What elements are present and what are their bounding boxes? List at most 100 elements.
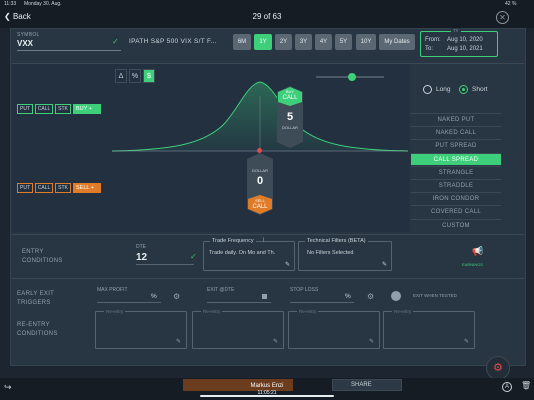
reentry-card[interactable]: Re-entry ✎: [192, 309, 284, 349]
sell-call-button[interactable]: CALL: [35, 183, 53, 193]
reentry-card[interactable]: Re-entry ✎: [383, 309, 475, 349]
stop-loss-label: STOP LOSS: [290, 287, 319, 293]
gear-icon[interactable]: ⚙: [367, 292, 374, 301]
symbol-label: SYMBOL: [17, 32, 40, 38]
gear-icon[interactable]: ⚙: [173, 292, 180, 301]
to-date[interactable]: Aug 10, 2021: [447, 46, 483, 52]
page-counter: 29 of 63: [252, 12, 282, 21]
buy-value: 5: [286, 111, 294, 123]
reentry-placeholder: Re-entry: [201, 309, 223, 314]
trade-frequency-card[interactable]: Trade Frequency Trade daily. On Mo and T…: [203, 238, 295, 271]
earnings-label: EARNINGS: [462, 262, 483, 267]
buy-add-button[interactable]: BUY +: [73, 104, 101, 114]
gear-icon: ⚙: [493, 362, 503, 374]
reentry-placeholder: Re-entry: [297, 309, 319, 314]
sell-type: CALL: [252, 204, 268, 210]
reentry-card[interactable]: Re-entry ✎: [95, 309, 187, 349]
period-button-5y[interactable]: 5Y: [335, 34, 352, 50]
user-name: Markus Enzi: [250, 383, 284, 389]
exit-dte-label: EXIT @DTE: [207, 287, 235, 293]
buy-put-button[interactable]: PUT: [17, 104, 33, 114]
strategy-put-spread[interactable]: PUT SPREAD: [411, 139, 501, 151]
buy-call-button[interactable]: CALL: [35, 104, 53, 114]
technical-filters-title: Technical Filters (BETA): [305, 238, 368, 244]
period-button-10y[interactable]: 10Y: [356, 34, 376, 50]
reentry-placeholder: Re-entry: [392, 309, 414, 314]
symbol-name: IPATH S&P 500 VIX S/T F...: [129, 38, 217, 45]
period-button-6m[interactable]: 6M: [233, 34, 251, 50]
sell-put-button[interactable]: PUT: [17, 183, 33, 193]
check-icon: ✓: [112, 37, 119, 46]
strategy-custom[interactable]: CUSTOM: [411, 218, 501, 231]
max-profit-input[interactable]: [97, 302, 161, 303]
sell-tag: SELL: [255, 198, 265, 203]
sell-stock-button[interactable]: STK: [55, 183, 71, 193]
buy-call-marker[interactable]: BUY CALL 5 DOLLAR: [277, 86, 303, 148]
short-radio[interactable]: [459, 85, 468, 94]
strategy-naked-put[interactable]: NAKED PUT: [411, 113, 501, 125]
edit-icon[interactable]: ✎: [176, 338, 181, 345]
reentry-placeholder: Re-entry: [104, 309, 126, 314]
period-button-2y[interactable]: 2Y: [275, 34, 292, 50]
sell-unit: DOLLAR: [251, 168, 268, 173]
max-profit-label: MAX PROFIT: [97, 287, 128, 293]
stop-loss-input[interactable]: [290, 302, 354, 303]
entry-label: ENTRY CONDITIONS: [22, 249, 63, 264]
trade-frequency-title: Trade Frequency: [210, 238, 256, 244]
edit-icon[interactable]: ✎: [273, 338, 278, 345]
period-button-1y[interactable]: 1Y: [254, 34, 272, 50]
exit-dte-input[interactable]: [207, 302, 271, 303]
period-button-my-dates[interactable]: My Dates: [379, 34, 415, 50]
reentry-label: RE-ENTRY CONDITIONS: [17, 322, 58, 337]
technical-filters-value: No Filters Selected: [307, 250, 354, 256]
exit-when-tested-toggle[interactable]: [391, 291, 401, 301]
exit-label: EARLY EXIT TRIGGERS: [17, 291, 55, 306]
period-button-4y[interactable]: 4Y: [315, 34, 332, 50]
date-range[interactable]: 7Y From: Aug 10, 2020 To: Aug 10, 2021: [420, 28, 498, 57]
edit-icon[interactable]: ✎: [382, 261, 387, 268]
stop-icon: [262, 294, 267, 299]
long-label: Long: [436, 86, 451, 93]
sell-label: SELL: [76, 185, 90, 191]
strategy-straddle[interactable]: STRADDLE: [411, 179, 501, 191]
from-date[interactable]: Aug 10, 2020: [447, 37, 483, 43]
strategy-covered-call[interactable]: COVERED CALL: [411, 205, 501, 217]
settings-fab[interactable]: ⚙: [486, 356, 510, 380]
dte-input[interactable]: 12: [136, 252, 147, 263]
short-label: Short: [472, 86, 488, 93]
reentry-card[interactable]: Re-entry ✎: [288, 309, 380, 349]
buy-tag: BUY: [285, 89, 295, 94]
megaphone-icon: 📢: [472, 246, 484, 256]
edit-icon[interactable]: ✎: [285, 261, 290, 268]
strategy-iron-condor[interactable]: IRON CONDOR: [411, 192, 501, 204]
plus-icon: +: [90, 185, 95, 191]
edit-icon[interactable]: ✎: [464, 338, 469, 345]
sell-add-button[interactable]: SELL +: [73, 183, 101, 193]
divider: [12, 63, 524, 64]
symbol-underline: [17, 50, 121, 51]
date-range-title: 7Y: [451, 28, 461, 33]
status-bar: 11:33 Monday 30. Aug. 42 %: [0, 0, 534, 8]
strategy-strangle[interactable]: STRANGLE: [411, 165, 501, 178]
technical-filters-card[interactable]: Technical Filters (BETA) No Filters Sele…: [298, 238, 392, 271]
check-icon: ✓: [190, 252, 197, 261]
buy-unit: DOLLAR: [281, 125, 298, 130]
edit-icon[interactable]: ✎: [369, 338, 374, 345]
status-time: 11:33: [4, 1, 17, 7]
trash-icon[interactable]: 🗑: [521, 381, 531, 390]
status-battery: 42 %: [505, 1, 517, 7]
navigation-icon[interactable]: A: [502, 382, 512, 392]
sell-call-marker[interactable]: DOLLAR 0 SELL CALL: [247, 153, 273, 215]
symbol-input[interactable]: VXX: [17, 39, 33, 48]
strategy-call-spread[interactable]: CALL SPREAD: [411, 152, 501, 165]
period-button-3y[interactable]: 3Y: [295, 34, 312, 50]
divider: [12, 234, 524, 235]
long-radio[interactable]: [423, 85, 432, 94]
close-icon[interactable]: ✕: [496, 11, 509, 24]
strategy-naked-call[interactable]: NAKED CALL: [411, 126, 501, 138]
dte-underline: [136, 264, 194, 265]
status-date: Monday 30. Aug.: [24, 1, 62, 7]
home-indicator: [200, 395, 334, 397]
buy-stock-button[interactable]: STK: [55, 104, 71, 114]
top-bar: ❮ Back 29 of 63 ✕: [0, 8, 534, 28]
